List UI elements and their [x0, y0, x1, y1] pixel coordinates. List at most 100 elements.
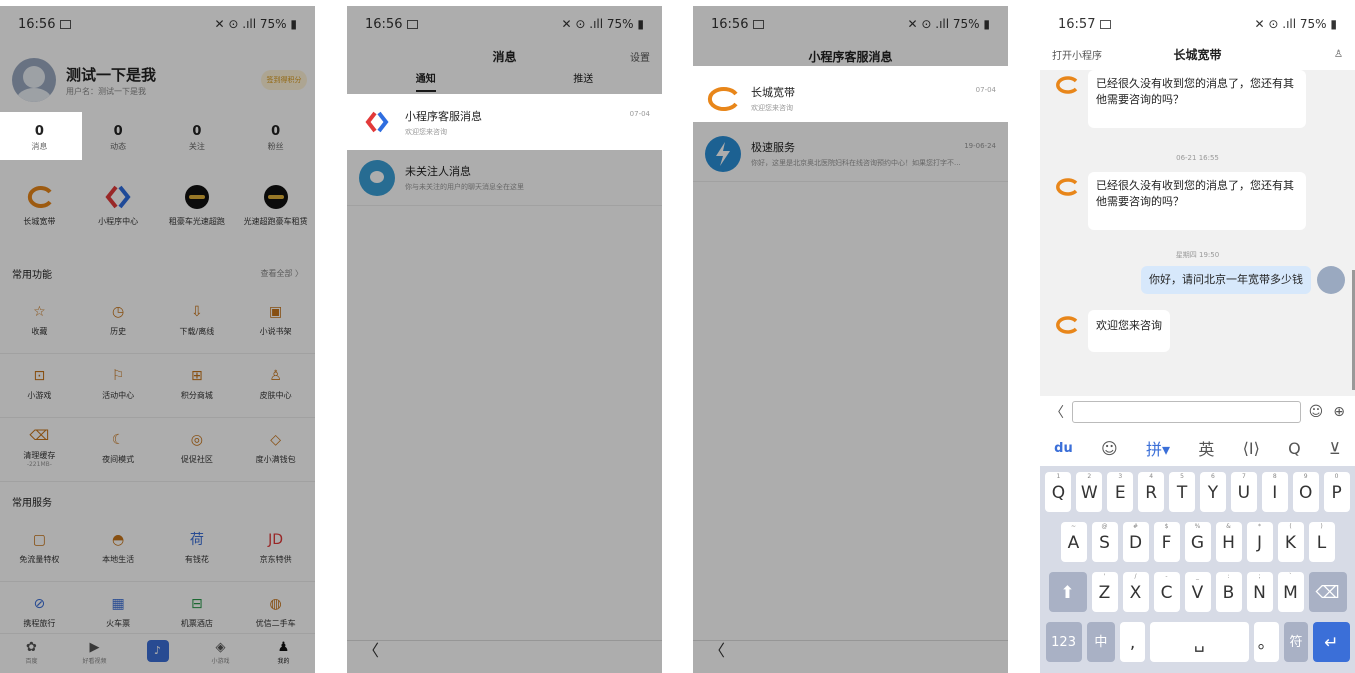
- favorites-item[interactable]: ☆ 收藏: [0, 290, 79, 353]
- emoji-icon[interactable]: ☺: [1101, 439, 1118, 458]
- key-g[interactable]: % G: [1184, 522, 1211, 562]
- chat-bubble-icon: [359, 159, 395, 196]
- key-l[interactable]: ) L: [1308, 522, 1335, 562]
- key-label: F: [1161, 533, 1172, 553]
- key-h[interactable]: & H: [1215, 522, 1242, 562]
- message-input[interactable]: [1072, 401, 1301, 423]
- tab-push[interactable]: 推送: [505, 70, 663, 94]
- enter-key[interactable]: ↵: [1313, 622, 1350, 662]
- key-c[interactable]: -C: [1153, 572, 1180, 612]
- message-title: 长城宽带: [751, 85, 795, 99]
- jd-item[interactable]: JD 京东特供: [236, 518, 315, 581]
- app-supercar-rental[interactable]: 光速超跑豪车租赁: [236, 184, 315, 250]
- key-j[interactable]: * J: [1246, 522, 1273, 562]
- profile-header[interactable]: 测试一下是我 用户名：测试一下是我 签到得积分: [0, 42, 315, 112]
- tab-label: 百度: [25, 658, 38, 665]
- free-data-item[interactable]: ▢ 免流量特权: [0, 518, 79, 581]
- collapse-icon[interactable]: ⊻: [1329, 439, 1341, 458]
- key-v[interactable]: _ V: [1184, 572, 1211, 612]
- history-item[interactable]: ◷ 历史: [79, 290, 158, 353]
- night-mode-item[interactable]: ☾ 夜间模式: [79, 418, 158, 481]
- key-e[interactable]: 3E: [1107, 472, 1134, 512]
- key-o[interactable]: 9O: [1292, 472, 1319, 512]
- back-icon[interactable]: 〈: [1050, 402, 1064, 422]
- activity-item[interactable]: ⚐ 活动中心: [79, 354, 158, 417]
- stat-fans[interactable]: 0 粉丝: [236, 112, 315, 160]
- key-d[interactable]: # D: [1122, 522, 1149, 562]
- view-all-link[interactable]: 查看全部 〉: [260, 268, 303, 279]
- tab-baidu[interactable]: ✿ 百度: [0, 634, 63, 673]
- du-icon[interactable]: du: [1054, 441, 1073, 456]
- signin-button[interactable]: 签到得积分: [261, 70, 307, 90]
- key-u[interactable]: 7U: [1230, 472, 1257, 512]
- pinyin-toggle[interactable]: 拼▾: [1146, 436, 1170, 460]
- status-time: 16:56: [365, 16, 403, 32]
- stat-messages[interactable]: 0 消息: [0, 112, 79, 160]
- plus-icon[interactable]: ⊕: [1333, 404, 1345, 420]
- local-life-item[interactable]: ◓ 本地生活: [79, 518, 158, 581]
- profile-icon[interactable]: ♙: [1334, 49, 1343, 60]
- settings-button[interactable]: 设置: [630, 49, 650, 64]
- download-item[interactable]: ⇩ 下载/离线: [158, 290, 237, 353]
- key-z[interactable]: ' Z: [1091, 572, 1118, 612]
- emoji-icon[interactable]: ☺: [1309, 404, 1324, 420]
- minigame-item[interactable]: ⊡ 小游戏: [0, 354, 79, 417]
- key-m[interactable]: ` M: [1277, 572, 1304, 612]
- key-y[interactable]: 6Y: [1200, 472, 1226, 512]
- app-supercar[interactable]: 租豪车光速超跑: [158, 184, 237, 250]
- message-item-miniprogram-cs[interactable]: 小程序客服消息 欢迎您来咨询 07-04: [347, 94, 662, 150]
- message-preview: 欢迎您来咨询: [751, 103, 793, 112]
- symbols-key[interactable]: 符: [1283, 622, 1309, 662]
- cs-item-greatwall[interactable]: 长城宽带 欢迎您来咨询 07-04: [693, 70, 1008, 126]
- tab-voice[interactable]: ♪: [126, 634, 189, 673]
- back-icon[interactable]: 〈: [363, 637, 379, 661]
- community-item[interactable]: ◎ 促促社区: [158, 418, 237, 481]
- key-t[interactable]: 5T: [1169, 472, 1195, 512]
- key-k[interactable]: (K: [1277, 522, 1304, 562]
- chinese-key[interactable]: 中: [1086, 622, 1116, 662]
- microphone-icon: ♪: [146, 640, 169, 662]
- key-i[interactable]: 8I: [1261, 472, 1288, 512]
- numbers-key[interactable]: 123: [1045, 622, 1082, 662]
- shift-key[interactable]: ⬆: [1048, 572, 1087, 612]
- jd-icon: JD: [268, 532, 284, 548]
- key-q[interactable]: 1Q: [1045, 472, 1072, 512]
- bookshelf-item[interactable]: ▣ 小说书架: [236, 290, 315, 353]
- delete-key[interactable]: ⌫: [1308, 572, 1347, 612]
- key-a[interactable]: ~ A: [1060, 522, 1087, 562]
- app-greatwall[interactable]: 长城宽带: [0, 184, 79, 250]
- clear-cache-item[interactable]: ⌫ 清理缓存 -221MB-: [0, 418, 79, 481]
- english-toggle[interactable]: 英: [1198, 436, 1214, 460]
- open-miniprogram-link[interactable]: 打开小程序: [1052, 47, 1102, 62]
- key-x[interactable]: / X: [1122, 572, 1149, 612]
- skin-center-item[interactable]: ♙ 皮肤中心: [236, 354, 315, 417]
- key-label: J: [1256, 533, 1262, 553]
- stat-feed[interactable]: 0 动态: [79, 112, 158, 160]
- period-key[interactable]: 。: [1253, 622, 1279, 662]
- key-label: R: [1145, 483, 1158, 503]
- tab-mine[interactable]: ♟ 我的: [252, 634, 315, 673]
- key-n[interactable]: ; N: [1246, 572, 1273, 612]
- key-r[interactable]: 4R: [1138, 472, 1165, 512]
- search-icon[interactable]: Q: [1288, 439, 1301, 458]
- back-icon[interactable]: 〈: [709, 637, 725, 661]
- message-item-unfollowed[interactable]: 未关注人消息 你与未关注的用户的聊天消息全在这里: [347, 150, 662, 206]
- points-mall-item[interactable]: ⊞ 积分商城: [158, 354, 237, 417]
- app-miniprogram-center[interactable]: 小程序中心: [79, 184, 158, 250]
- key-b[interactable]: :B: [1215, 572, 1242, 612]
- key-p[interactable]: 0P: [1323, 472, 1350, 512]
- cursor-icon[interactable]: ⟨I⟩: [1243, 439, 1260, 458]
- avatar[interactable]: [12, 58, 56, 102]
- youqianhua-item[interactable]: 荷有钱花: [158, 518, 237, 581]
- key-f[interactable]: $ F: [1153, 522, 1180, 562]
- tab-minigame[interactable]: ◈ 小游戏: [189, 634, 252, 673]
- key-w[interactable]: 2W: [1076, 472, 1103, 512]
- comma-key[interactable]: ,: [1120, 622, 1145, 662]
- wallet-item[interactable]: ◇ 度小满钱包: [236, 418, 315, 481]
- key-s[interactable]: @ S: [1091, 522, 1118, 562]
- tab-video[interactable]: ▶ 好看视频: [63, 634, 126, 673]
- tab-notify[interactable]: 通知: [347, 70, 505, 94]
- stat-following[interactable]: 0 关注: [158, 112, 237, 160]
- space-key[interactable]: ␣: [1149, 622, 1249, 662]
- cs-item-speed-service[interactable]: 极速服务 你好，这里是北京奥北医院妇科在线咨询预约中心！如果您打字不... 19-…: [693, 126, 1008, 182]
